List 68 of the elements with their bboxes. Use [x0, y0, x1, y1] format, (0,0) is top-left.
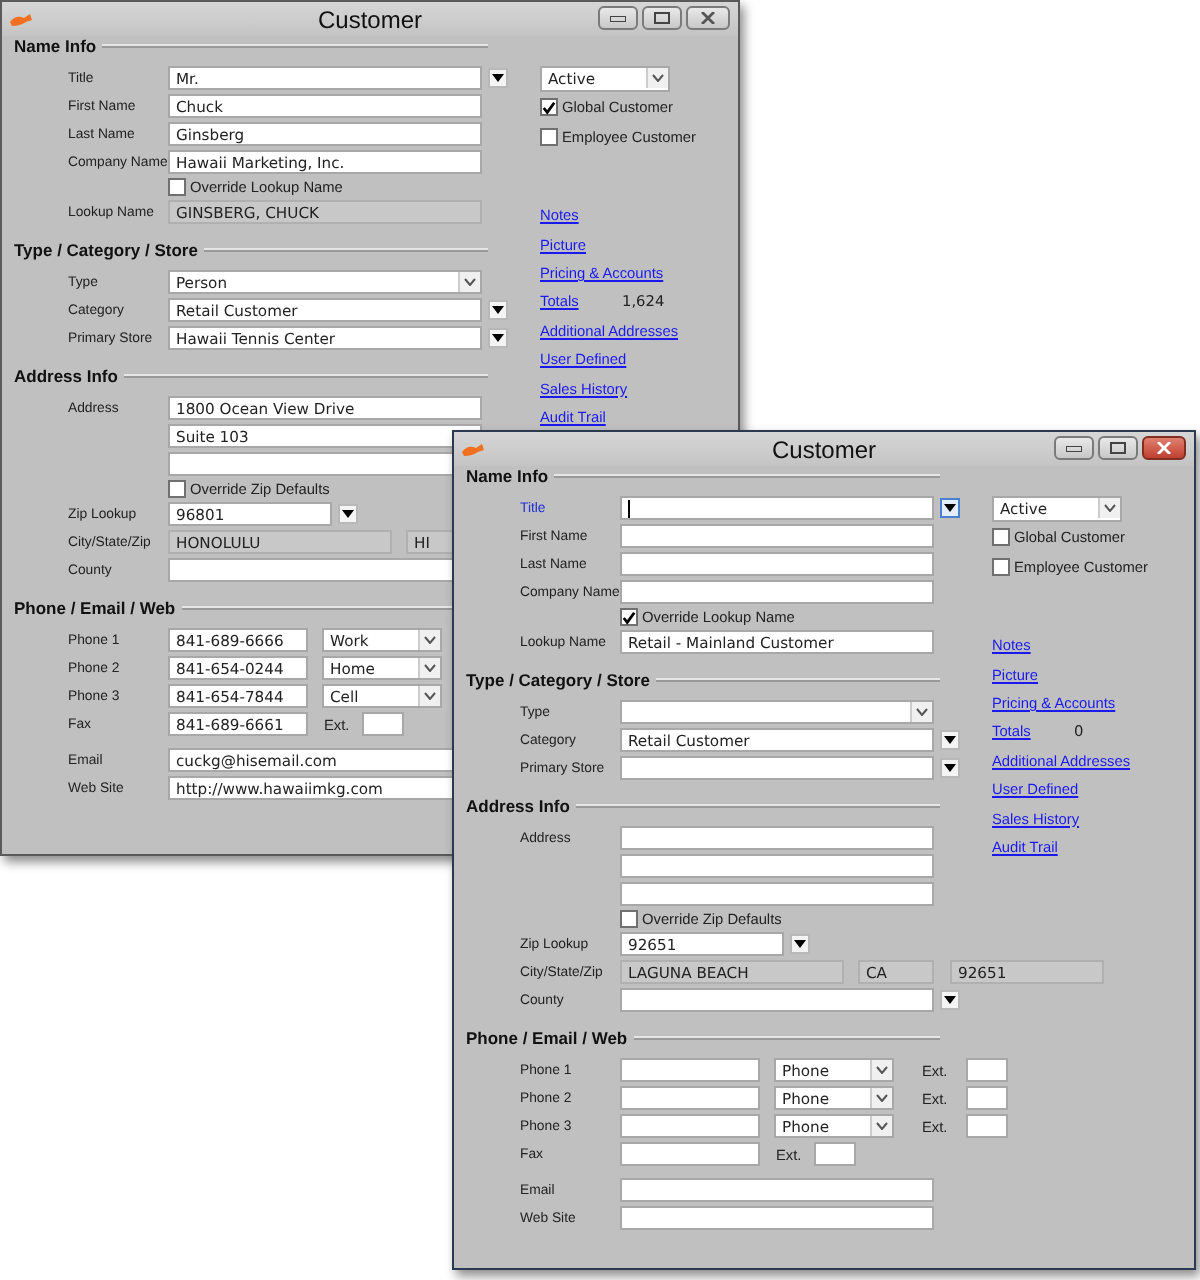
app-logo-icon	[10, 12, 34, 28]
close-button[interactable]	[1142, 436, 1186, 460]
window-title: Customer	[771, 435, 876, 463]
chevron-down-icon	[916, 708, 928, 716]
text-field[interactable]	[620, 1205, 934, 1231]
close-icon	[700, 12, 716, 24]
section-heading: Address Info	[466, 796, 572, 816]
combo-field[interactable]	[620, 987, 934, 1013]
minimize-button[interactable]	[1054, 436, 1094, 460]
checkbox[interactable]	[992, 558, 1010, 576]
chevron-down-icon	[424, 664, 436, 672]
text-field[interactable]	[620, 1057, 760, 1083]
text-field[interactable]	[814, 1141, 856, 1167]
chevron-down-icon	[424, 636, 436, 644]
text-field[interactable]	[620, 1141, 760, 1167]
text-field[interactable]	[620, 1177, 934, 1203]
window-title: Customer	[317, 5, 422, 33]
dropdown-button[interactable]	[940, 730, 960, 750]
text-field[interactable]	[620, 551, 934, 577]
chevron-down-icon	[464, 278, 476, 286]
chevron-down-icon	[652, 74, 664, 83]
section-heading: Name Info	[14, 36, 99, 56]
close-icon	[1156, 442, 1172, 454]
section-heading: Phone / Email / Web	[14, 598, 178, 618]
maximize-icon	[654, 12, 670, 24]
chevron-down-icon	[1104, 504, 1116, 513]
section-heading: Name Info	[466, 466, 551, 486]
text-field[interactable]	[620, 523, 934, 549]
down-arrow-icon	[944, 996, 956, 1004]
chevron-down-icon	[876, 1066, 888, 1074]
chevron-down-icon	[424, 692, 436, 700]
checkbox[interactable]	[620, 910, 638, 928]
dropdown-button[interactable]	[940, 990, 960, 1010]
down-arrow-icon	[944, 764, 956, 772]
text-field[interactable]	[966, 1057, 1008, 1083]
section-heading: Address Info	[14, 366, 120, 386]
down-arrow-icon	[492, 334, 504, 342]
maximize-icon	[1110, 442, 1126, 454]
section-heading: Phone / Email / Web	[466, 1028, 630, 1048]
checkbox[interactable]	[992, 528, 1010, 546]
minimize-icon	[1066, 445, 1082, 451]
text-field[interactable]	[966, 1113, 1008, 1139]
down-arrow-icon	[492, 74, 504, 82]
minimize-icon	[610, 15, 626, 21]
text-field[interactable]	[620, 853, 934, 879]
text-field[interactable]	[620, 1113, 760, 1139]
down-arrow-icon	[944, 736, 956, 744]
down-arrow-icon	[492, 306, 504, 314]
section-heading: Type / Category / Store	[14, 240, 200, 260]
down-arrow-icon	[794, 940, 806, 948]
down-arrow-icon	[342, 510, 354, 518]
down-arrow-icon	[944, 504, 956, 512]
checkbox[interactable]	[620, 608, 638, 626]
dropdown-button[interactable]	[940, 758, 960, 778]
app-logo-icon	[462, 442, 486, 458]
text-field[interactable]	[620, 1085, 760, 1111]
section-heading: Type / Category / Store	[466, 670, 652, 690]
combo-field[interactable]	[620, 495, 934, 521]
text-field[interactable]	[620, 579, 934, 605]
chevron-down-icon	[876, 1094, 888, 1102]
text-field[interactable]	[966, 1085, 1008, 1111]
dropdown-button[interactable]	[940, 498, 960, 518]
text-field[interactable]	[620, 825, 934, 851]
chevron-down-icon	[876, 1122, 888, 1130]
text-field[interactable]	[620, 881, 934, 907]
dropdown-button[interactable]	[790, 934, 810, 954]
combo-field[interactable]	[620, 755, 934, 781]
maximize-button[interactable]	[1098, 436, 1138, 460]
